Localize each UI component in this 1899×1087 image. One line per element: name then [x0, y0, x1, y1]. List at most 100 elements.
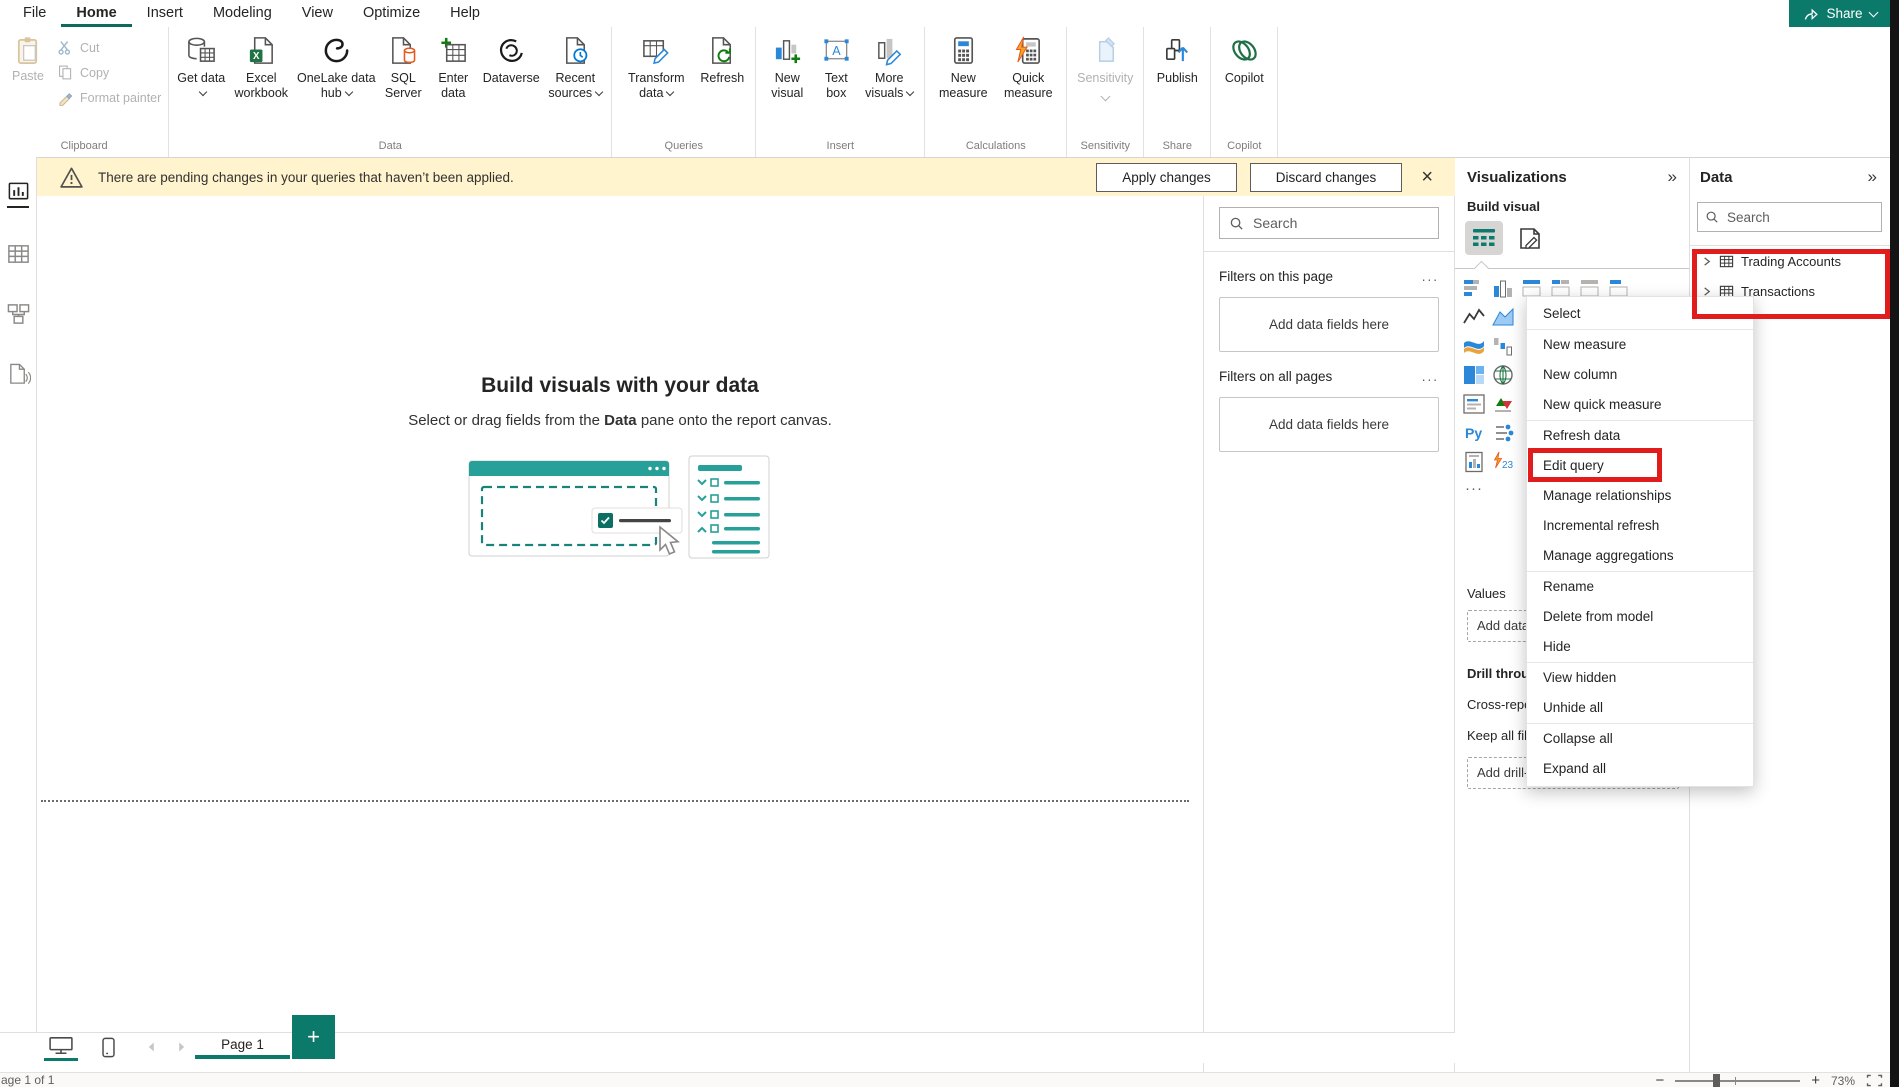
menu-item-rename[interactable]: Rename	[1527, 572, 1753, 602]
desktop-layout-active-indicator	[44, 1058, 78, 1061]
paste-button[interactable]: Paste	[7, 31, 49, 83]
collapse-visualizations-icon[interactable]: »	[1668, 167, 1677, 187]
dataverse-button[interactable]: Dataverse	[479, 31, 543, 86]
transform-data-button[interactable]: Transform data	[619, 31, 693, 101]
build-visual-tab[interactable]	[1465, 221, 1503, 255]
collapse-data-pane-icon[interactable]: »	[1868, 167, 1877, 187]
more-visual-options-icon[interactable]: ···	[1465, 480, 1489, 504]
filters-all-more-icon[interactable]: ...	[1422, 369, 1439, 384]
ribbon-group-calculations: New measure Quick measure Calculations	[925, 27, 1067, 157]
filters-on-this-page-label: Filters on this page	[1219, 269, 1333, 284]
close-banner-icon[interactable]: ×	[1415, 167, 1439, 187]
recent-sources-button[interactable]: Recent sources	[546, 31, 604, 101]
waterfall-chart-icon[interactable]	[1492, 335, 1516, 359]
menu-item-expand-all[interactable]: Expand all	[1527, 754, 1753, 784]
menu-item-view-hidden[interactable]: View hidden	[1527, 663, 1753, 693]
next-page-icon[interactable]	[177, 1041, 186, 1053]
menu-view[interactable]: View	[287, 0, 348, 27]
menu-item-unhide-all[interactable]: Unhide all	[1527, 693, 1753, 723]
area-chart-icon[interactable]	[1492, 306, 1516, 330]
excel-workbook-icon: X	[246, 35, 277, 66]
enter-data-button[interactable]: Enter data	[430, 31, 476, 101]
model-view-button[interactable]	[0, 291, 36, 337]
menu-item-hide[interactable]: Hide	[1527, 632, 1753, 662]
apply-changes-button[interactable]: Apply changes	[1096, 163, 1237, 192]
map-icon[interactable]	[1492, 364, 1516, 388]
zoom-in-button[interactable]: +	[1811, 1073, 1820, 1087]
decomposition-tree-icon[interactable]	[1492, 422, 1516, 446]
menu-optimize[interactable]: Optimize	[348, 0, 435, 27]
paginated-report-icon[interactable]	[1463, 451, 1487, 475]
filters-page-more-icon[interactable]: ...	[1422, 269, 1439, 284]
desktop-layout-button[interactable]	[44, 1036, 78, 1061]
filters-search-input[interactable]: Search	[1219, 207, 1439, 239]
text-box-label: Text box	[814, 71, 858, 101]
menu-item-refresh-data[interactable]: Refresh data	[1527, 421, 1753, 451]
menu-item-new-column[interactable]: New column	[1527, 360, 1753, 390]
zoom-slider-handle[interactable]	[1713, 1074, 1720, 1087]
multi-row-card-icon[interactable]	[1463, 393, 1487, 417]
mobile-layout-button[interactable]	[101, 1037, 116, 1058]
new-measure-button[interactable]: New measure	[932, 31, 994, 101]
menu-modeling[interactable]: Modeling	[198, 0, 287, 27]
refresh-button[interactable]: Refresh	[696, 31, 748, 86]
share-chevron-icon	[1868, 7, 1878, 17]
menu-item-new-measure[interactable]: New measure	[1527, 330, 1753, 360]
sensitivity-button[interactable]: Sensitivity	[1074, 31, 1136, 100]
new-visual-button[interactable]: New visual	[763, 31, 811, 101]
menu-item-manage-aggregations[interactable]: Manage aggregations	[1527, 541, 1753, 571]
report-view-button[interactable]	[0, 171, 36, 217]
add-page-button[interactable]: +	[292, 1015, 335, 1059]
treemap-icon[interactable]	[1463, 364, 1487, 388]
column-chart-icon[interactable]	[1492, 277, 1516, 301]
powerbi-desktop-window: File Home Insert Modeling View Optimize …	[0, 0, 1899, 1087]
format-painter-button[interactable]: Format painter	[57, 87, 161, 108]
previous-page-icon[interactable]	[147, 1041, 156, 1053]
copilot-button[interactable]: Copilot	[1218, 31, 1270, 86]
menu-help[interactable]: Help	[435, 0, 495, 27]
dax-query-view-button[interactable]	[0, 351, 36, 397]
table-view-button[interactable]	[0, 231, 36, 277]
copy-button[interactable]: Copy	[57, 62, 161, 83]
q-and-a-icon[interactable]: 23	[1492, 451, 1516, 475]
excel-workbook-button[interactable]: X Excel workbook	[229, 31, 293, 101]
build-visual-icon	[1471, 226, 1497, 250]
share-button[interactable]: Share	[1789, 0, 1890, 27]
menu-item-collapse-all[interactable]: Collapse all	[1527, 724, 1753, 754]
sql-server-icon	[388, 35, 419, 66]
publish-button[interactable]: Publish	[1151, 31, 1203, 86]
report-canvas[interactable]: Build visuals with your data Select or d…	[37, 196, 1203, 1032]
menu-item-new-quick-measure[interactable]: New quick measure	[1527, 390, 1753, 420]
menu-item-incremental-refresh[interactable]: Incremental refresh	[1527, 511, 1753, 541]
warning-message: There are pending changes in your querie…	[98, 170, 514, 185]
report-view-icon	[6, 180, 31, 203]
cut-button[interactable]: Cut	[57, 37, 161, 58]
ribbon-chart-icon[interactable]	[1463, 335, 1487, 359]
menu-home[interactable]: Home	[61, 0, 131, 27]
onelake-data-hub-button[interactable]: OneLake data hub	[296, 31, 376, 101]
quick-measure-button[interactable]: Quick measure	[997, 31, 1059, 101]
get-data-button[interactable]: Get data	[176, 31, 226, 101]
format-visual-tab[interactable]	[1517, 225, 1544, 252]
zoom-out-button[interactable]: −	[1655, 1073, 1664, 1087]
menu-file[interactable]: File	[8, 0, 61, 27]
python-visual-icon[interactable]: Py	[1463, 422, 1487, 446]
menu-item-manage-relationships[interactable]: Manage relationships	[1527, 481, 1753, 511]
fit-to-page-button[interactable]	[1866, 1074, 1883, 1087]
filters-page-dropzone[interactable]: Add data fields here	[1219, 297, 1439, 352]
filters-all-dropzone[interactable]: Add data fields here	[1219, 397, 1439, 452]
text-box-button[interactable]: A Text box	[814, 31, 858, 101]
menu-item-delete-from-model[interactable]: Delete from model	[1527, 602, 1753, 632]
data-search-input[interactable]: Search	[1697, 202, 1882, 232]
zoom-slider[interactable]	[1675, 1080, 1800, 1082]
sql-server-button[interactable]: SQL Server	[379, 31, 427, 101]
svg-text:X: X	[253, 51, 260, 62]
menu-insert[interactable]: Insert	[132, 0, 198, 27]
warning-icon	[59, 165, 84, 190]
discard-changes-button[interactable]: Discard changes	[1250, 163, 1403, 192]
kpi-icon[interactable]	[1492, 393, 1516, 417]
line-chart-icon[interactable]	[1463, 306, 1487, 330]
stacked-bar-chart-icon[interactable]	[1463, 277, 1487, 301]
page-tab[interactable]: Page 1	[195, 1033, 290, 1059]
more-visuals-button[interactable]: More visuals	[861, 31, 917, 101]
